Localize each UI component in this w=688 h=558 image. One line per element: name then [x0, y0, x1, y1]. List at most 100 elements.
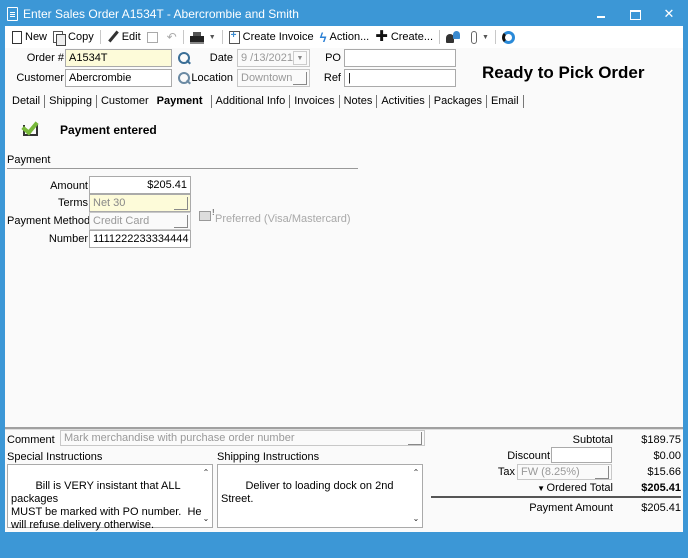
- title-bar[interactable]: Enter Sales Order A1534T - Abercrombie a…: [0, 0, 688, 28]
- scroll-down-icon[interactable]: ⌄: [410, 513, 422, 525]
- tab-additional-info[interactable]: Additional Info: [210, 94, 291, 108]
- terms-label: Terms: [58, 197, 88, 209]
- refresh-icon: [501, 30, 515, 44]
- order-footer: Comment Mark merchandise with purchase o…: [5, 430, 683, 532]
- tax-code: FW (8.25%): [521, 466, 580, 478]
- maximize-button[interactable]: [620, 4, 650, 24]
- people-icon: [446, 31, 462, 43]
- customer-field[interactable]: Abercrombie: [65, 69, 172, 87]
- special-instructions-textarea[interactable]: Bill is VERY insistant that ALL packages…: [7, 464, 213, 531]
- dropdown-button[interactable]: [408, 432, 422, 445]
- copy-icon: [53, 30, 67, 46]
- tax-field[interactable]: FW (8.25%): [517, 464, 612, 480]
- po-field[interactable]: [344, 49, 456, 67]
- payment-method-label: Payment Method: [7, 215, 91, 227]
- create-invoice-button[interactable]: Create Invoice: [226, 27, 317, 47]
- group-divider: [7, 168, 358, 169]
- card-number-label: Number: [48, 233, 88, 245]
- dropdown-button[interactable]: [174, 215, 188, 228]
- order-number-label: Order #: [26, 52, 64, 64]
- tab-notes[interactable]: Notes: [340, 94, 378, 108]
- terms-field[interactable]: Net 30: [89, 194, 191, 212]
- comment-field[interactable]: Mark merchandise with purchase order num…: [60, 430, 425, 446]
- refresh-button[interactable]: [499, 27, 521, 47]
- date-field[interactable]: 9 /13/2021 ▼: [237, 49, 310, 67]
- date-value: 9 /13/2021: [241, 52, 293, 64]
- action-label: Action...: [329, 31, 370, 43]
- copy-button[interactable]: Copy: [50, 27, 97, 47]
- search-customer-icon[interactable]: [178, 72, 191, 85]
- special-instructions-text: Bill is VERY insistant that ALL packages…: [11, 480, 202, 531]
- po-label: PO: [325, 52, 341, 64]
- minimize-button[interactable]: [586, 4, 616, 24]
- tab-customer[interactable]: Customer: [97, 95, 153, 108]
- new-label: New: [25, 31, 48, 43]
- discount-value: $0.00: [653, 450, 681, 462]
- document-icon: [7, 7, 18, 21]
- tab-packages[interactable]: Packages: [430, 94, 488, 108]
- tab-email[interactable]: Email: [487, 94, 524, 108]
- contacts-button[interactable]: [443, 27, 468, 47]
- scroll-up-icon[interactable]: ⌃: [410, 467, 422, 479]
- chevron-down-icon[interactable]: ▼: [293, 51, 307, 65]
- pencil-icon: [107, 31, 119, 43]
- scrollbar[interactable]: ⌃ ⌄: [200, 465, 212, 527]
- action-button[interactable]: ϟ Action...: [317, 27, 373, 47]
- dropdown-button[interactable]: [595, 466, 609, 479]
- discount-field[interactable]: [551, 447, 612, 463]
- dropdown-button[interactable]: [293, 72, 307, 85]
- ref-field[interactable]: |: [344, 69, 456, 87]
- expand-total-icon[interactable]: ▼: [535, 484, 545, 493]
- lightning-icon: ϟ: [319, 29, 327, 45]
- tab-activities[interactable]: Activities: [377, 94, 430, 108]
- payment-method-field[interactable]: Credit Card: [89, 212, 191, 230]
- location-label: Location: [191, 72, 233, 84]
- window-client-area: New Copy Edit ↶ ▼ + Create Invoice ϟ Act…: [5, 26, 683, 532]
- order-header: Order # A1534T Customer Abercrombie Date…: [5, 48, 683, 92]
- date-label: Date: [209, 52, 233, 64]
- edit-button[interactable]: Edit: [104, 27, 144, 47]
- print-button[interactable]: ▼: [187, 27, 219, 47]
- undo-icon: ↶: [166, 30, 177, 44]
- subtotal-label: Subtotal: [572, 434, 613, 446]
- create-label: Create...: [390, 31, 434, 43]
- scroll-down-icon[interactable]: ⌄: [200, 513, 212, 525]
- search-order-icon[interactable]: [178, 52, 191, 65]
- scroll-up-icon[interactable]: ⌃: [200, 467, 212, 479]
- create-button[interactable]: ✚ Create...: [372, 27, 436, 47]
- toolbar-separator: [221, 30, 223, 44]
- new-button[interactable]: New: [9, 27, 50, 47]
- tab-payment[interactable]: Payment: [153, 95, 211, 108]
- payment-amount-value: $205.41: [641, 502, 681, 514]
- attachments-button[interactable]: ▼: [468, 27, 492, 47]
- order-number-field[interactable]: A1534T: [65, 49, 172, 67]
- ref-label: Ref: [323, 72, 341, 84]
- payment-tab-panel: Payment entered Payment Amount $205.41 T…: [5, 110, 683, 427]
- preferred-payment-text: Preferred (Visa/Mastercard): [215, 213, 351, 225]
- save-button[interactable]: [144, 27, 164, 47]
- save-icon: [146, 31, 158, 43]
- tab-detail[interactable]: Detail: [8, 94, 46, 108]
- checkmark-icon: [21, 120, 39, 136]
- tax-label: Tax: [497, 466, 515, 478]
- shipping-instructions-textarea[interactable]: Deliver to loading dock on 2nd Street. ⌃…: [217, 464, 423, 528]
- card-number-field[interactable]: 1111222233334444: [89, 230, 191, 248]
- shipping-instructions-label: Shipping Instructions: [217, 451, 320, 463]
- tab-invoices[interactable]: Invoices: [290, 94, 340, 108]
- location-field[interactable]: Downtown: [237, 69, 310, 87]
- amount-label: Amount: [50, 180, 88, 192]
- shipping-instructions-text: Deliver to loading dock on 2nd Street.: [221, 480, 397, 505]
- dropdown-button[interactable]: [174, 197, 188, 210]
- undo-button[interactable]: ↶: [164, 27, 180, 47]
- order-status: Ready to Pick Order: [482, 63, 645, 82]
- printer-icon: [189, 31, 204, 44]
- tab-shipping[interactable]: Shipping: [45, 94, 97, 108]
- scrollbar[interactable]: ⌃ ⌄: [410, 465, 422, 527]
- tab-strip: Detail Shipping Customer Payment Additio…: [5, 92, 524, 110]
- chevron-down-icon: ▼: [482, 33, 489, 41]
- close-button[interactable]: ✕: [654, 4, 684, 24]
- amount-field[interactable]: $205.41: [89, 176, 191, 194]
- comment-label: Comment: [7, 434, 55, 446]
- special-instructions-label: Special Instructions: [7, 451, 103, 463]
- tax-value: $15.66: [647, 466, 681, 478]
